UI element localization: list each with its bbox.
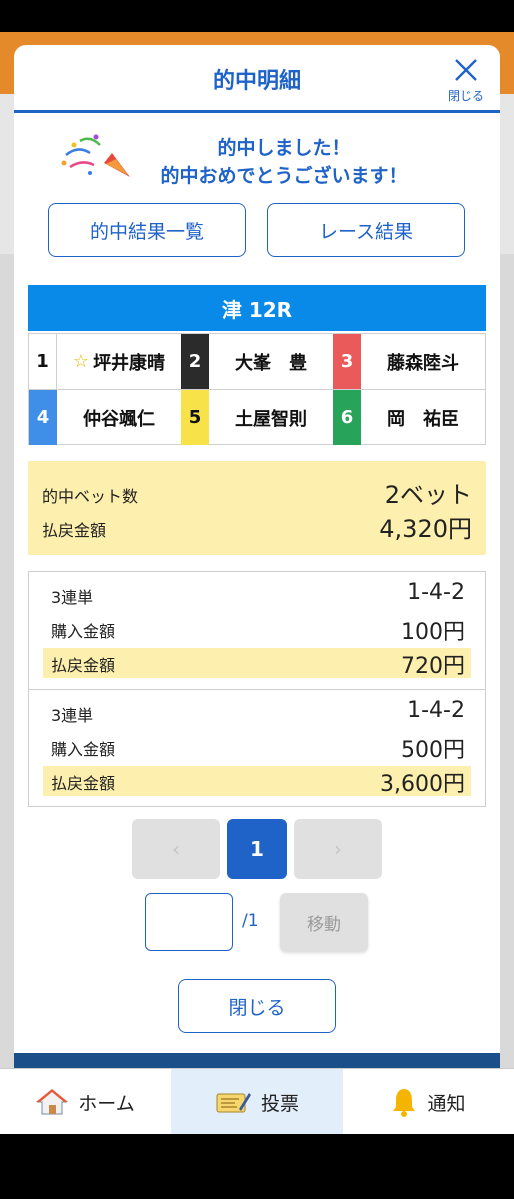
racer-number: 6 [333, 390, 361, 445]
ticket-icon [216, 1093, 251, 1113]
racer-name: 大峯 豊 [235, 352, 307, 374]
racer-number: 4 [29, 390, 57, 445]
racer-name: 仲谷颯仁 [83, 408, 155, 430]
nav-notify[interactable]: 通知 [343, 1069, 514, 1135]
bottom-nav: ホーム 投票 通知 [0, 1068, 514, 1135]
payout-value: 720円 [401, 654, 465, 679]
page-total: /1 [242, 911, 259, 931]
bet-item: 3連単 1-4-2 購入金額 500円 払戻金額 3,600円 [29, 689, 485, 806]
modal-close-button[interactable]: 閉じる [442, 53, 490, 105]
nav-home-label: ホーム [78, 1092, 135, 1115]
payout-total-label: 払戻金額 [42, 521, 107, 540]
racer-name: 藤森陸斗 [387, 352, 459, 374]
bet-combo: 1-4-2 [407, 580, 465, 605]
hit-summary: 的中ベット数 2ベット 払戻金額 4,320円 [28, 461, 486, 555]
modal-title: 的中明細 [212, 69, 301, 94]
page-1-button[interactable]: 1 [227, 819, 287, 879]
hit-detail-modal: 的中明細 閉じる 的中しました！ 的中おめでとうございます！ 的中結果一覧 レー… [14, 45, 500, 1075]
bet-type-row: 3連単 1-4-2 [43, 580, 471, 610]
nav-home[interactable]: ホーム [0, 1069, 171, 1135]
racer-2: 2 大峯 豊 [181, 334, 334, 390]
hit-bets-value: 2ベット [384, 481, 472, 509]
racer-3: 3 藤森陸斗 [333, 334, 486, 390]
bet-combo: 1-4-2 [407, 698, 465, 723]
payout-value: 3,600円 [380, 772, 465, 797]
payout-label: 払戻金額 [51, 656, 116, 675]
nav-vote[interactable]: 投票 [171, 1069, 343, 1135]
racer-name-text: 坪井康晴 [93, 352, 166, 374]
purchase-label: 購入金額 [51, 740, 116, 759]
modal-header: 的中明細 閉じる [14, 45, 500, 113]
nav-vote-label: 投票 [260, 1092, 299, 1115]
congrats-message: 的中しました！ 的中おめでとうございます！ [14, 133, 500, 193]
racer-1: 1 ☆ 坪井康晴 [29, 334, 182, 390]
racer-grid: 1 ☆ 坪井康晴 2 大峯 豊 3 藤森陸斗 4 仲谷颯仁 5 土屋智則 6 岡… [28, 333, 486, 445]
modal-close-label: 閉じる [447, 89, 484, 103]
close-button[interactable]: 閉じる [178, 979, 336, 1033]
bet-type-row: 3連単 1-4-2 [43, 698, 471, 728]
bet-payout-row: 払戻金額 3,600円 [43, 766, 471, 797]
bell-icon [393, 1089, 416, 1117]
race-title-bar: 津 12R [28, 285, 486, 331]
racer-number: 3 [333, 334, 361, 389]
bet-purchase-row: 購入金額 500円 [43, 732, 471, 763]
star-icon: ☆ [72, 351, 90, 372]
home-icon [36, 1089, 69, 1115]
bet-payout-row: 払戻金額 720円 [43, 648, 471, 679]
race-result-button[interactable]: レース結果 [267, 203, 465, 257]
purchase-value: 100円 [401, 620, 465, 645]
racer-number: 2 [181, 334, 209, 389]
racer-6: 6 岡 祐臣 [333, 390, 486, 446]
hit-results-list-button[interactable]: 的中結果一覧 [48, 203, 246, 257]
system-nav-bar [0, 1134, 514, 1199]
close-icon [455, 59, 477, 81]
racer-number: 1 [29, 334, 57, 389]
next-page-button[interactable]: › [294, 819, 382, 879]
bet-item: 3連単 1-4-2 購入金額 100円 払戻金額 720円 [29, 572, 485, 689]
hit-bets-label: 的中ベット数 [42, 487, 139, 506]
purchase-value: 500円 [401, 738, 465, 763]
move-button[interactable]: 移動 [280, 893, 368, 951]
racer-name: 土屋智則 [235, 408, 307, 430]
congrats-line2: 的中おめでとうございます！ [160, 165, 408, 187]
status-bar [0, 0, 514, 32]
page-number-input[interactable] [145, 893, 233, 951]
payout-label: 払戻金額 [51, 774, 116, 793]
payout-total-value: 4,320円 [379, 515, 472, 543]
bet-type: 3連単 [51, 588, 94, 607]
screen: 的中明細 閉じる 的中しました！ 的中おめでとうございます！ 的中結果一覧 レー… [0, 0, 514, 1199]
congrats-line1: 的中しました！ [217, 137, 351, 159]
nav-notify-label: 通知 [427, 1092, 466, 1115]
prev-page-button[interactable]: ‹ [132, 819, 220, 879]
racer-4: 4 仲谷颯仁 [29, 390, 182, 446]
racer-name: 岡 祐臣 [387, 408, 459, 430]
bet-type: 3連単 [51, 706, 94, 725]
racer-number: 5 [181, 390, 209, 445]
racer-5: 5 土屋智則 [181, 390, 334, 446]
bet-purchase-row: 購入金額 100円 [43, 614, 471, 645]
bet-list: 3連単 1-4-2 購入金額 100円 払戻金額 720円 3連単 1-4-2 [28, 571, 486, 807]
racer-name: ☆ 坪井康晴 [57, 334, 181, 389]
purchase-label: 購入金額 [51, 622, 116, 641]
